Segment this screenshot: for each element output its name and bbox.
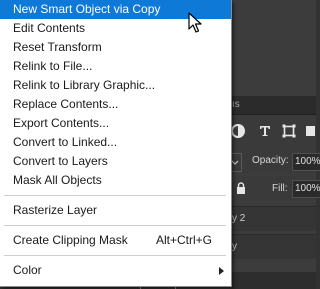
menu-item-convert-to-linked[interactable]: Convert to Linked... [0,133,231,152]
smart-object-filter-icon[interactable] [305,123,320,139]
menu-item-label: Replace Contents... [13,97,119,111]
menu-item-mask-all-objects[interactable]: Mask All Objects [0,171,231,190]
menu-separator [4,255,226,256]
opacity-field[interactable]: 100% [292,153,320,171]
menu-item-label: Reset Transform [13,40,102,54]
menu-item-relink-to-library-graphic[interactable]: Relink to Library Graphic... [0,76,231,95]
menu-item-relink-to-file[interactable]: Relink to File... [0,57,231,76]
opacity-label: Opacity: [252,155,289,166]
layer-name: y 2 [232,213,246,224]
menu-item-label: Mask All Objects [13,173,102,187]
menu-separator [4,225,226,226]
adjustment-filter-icon[interactable] [230,123,246,139]
chevron-down-icon[interactable] [231,153,242,172]
menu-item-label: Rasterize Layer [13,203,98,217]
menu-item-label: Convert to Linked... [13,135,118,149]
menu-item-label: Edit Contents [13,21,86,35]
fill-field[interactable]: 100% [292,180,320,198]
menu-item-color[interactable]: Color [0,261,231,280]
type-filter-icon[interactable] [257,123,273,139]
menu-item-export-contents[interactable]: Export Contents... [0,114,231,133]
menu-item-label: Relink to File... [13,59,93,73]
menu-separator [4,195,226,196]
layer-row[interactable] [226,234,316,259]
shape-filter-icon[interactable] [281,123,297,139]
fill-label: Fill: [272,183,288,194]
submenu-arrow-icon [219,267,224,275]
menu-item-replace-contents[interactable]: Replace Contents... [0,95,231,114]
menu-item-label: New Smart Object via Copy [13,2,161,16]
menu-item-label: Convert to Layers [13,154,108,168]
menu-item-label: Color [13,263,42,277]
menu-item-reset-transform[interactable]: Reset Transform [0,38,231,57]
menu-item-rasterize-layer[interactable]: Rasterize Layer [0,201,231,220]
lock-icon[interactable] [236,181,246,194]
smart-object-context-menu: New Smart Object via Copy Edit Contents … [0,0,232,287]
layers-panel-tab-fragment[interactable]: ıs [232,99,240,110]
menu-item-create-clipping-mask[interactable]: Create Clipping Mask Alt+Ctrl+G [0,231,231,250]
menu-item-label: Export Contents... [13,116,110,130]
menu-item-label: Create Clipping Mask [13,233,128,247]
layer-name: y [232,241,237,252]
menu-item-shortcut: Alt+Ctrl+G [156,233,213,247]
mouse-pointer-icon [188,12,202,33]
menu-item-convert-to-layers[interactable]: Convert to Layers [0,152,231,171]
menu-item-label: Relink to Library Graphic... [13,78,156,92]
